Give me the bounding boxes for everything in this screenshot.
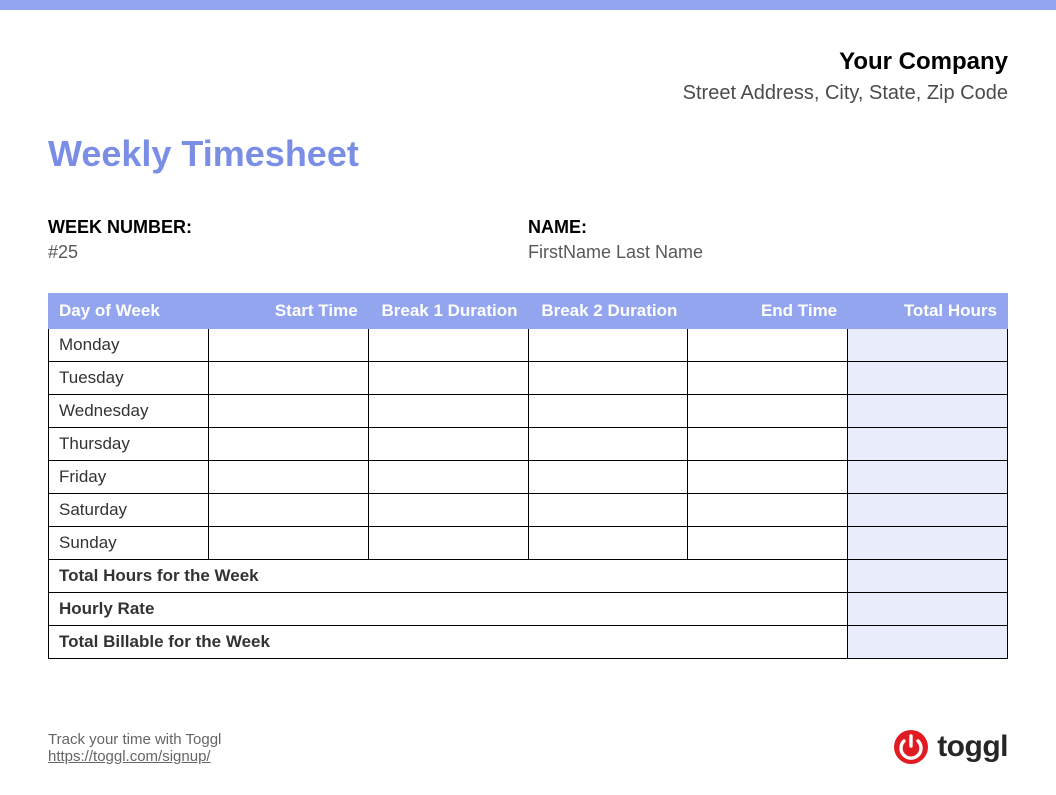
- total-cell: [848, 461, 1008, 494]
- table-row: Tuesday: [49, 362, 1008, 395]
- start-cell: [208, 362, 368, 395]
- break1-cell: [368, 527, 528, 560]
- footer-signup-link[interactable]: https://toggl.com/signup/: [48, 748, 211, 765]
- end-cell: [688, 329, 848, 362]
- start-cell: [208, 329, 368, 362]
- company-block: Your Company Street Address, City, State…: [48, 48, 1008, 105]
- meta-week: WEEK NUMBER: #25: [48, 217, 528, 263]
- footer-left: Track your time with Toggl https://toggl…: [48, 731, 221, 765]
- week-number-value: #25: [48, 242, 528, 263]
- break2-cell: [528, 362, 688, 395]
- meta-row: WEEK NUMBER: #25 NAME: FirstName Last Na…: [48, 217, 1008, 263]
- name-label: NAME:: [528, 217, 1008, 238]
- total-cell: [848, 329, 1008, 362]
- total-cell: [848, 494, 1008, 527]
- col-end: End Time: [688, 294, 848, 329]
- break1-cell: [368, 395, 528, 428]
- summary-total-billable-row: Total Billable for the Week: [49, 626, 1008, 659]
- start-cell: [208, 494, 368, 527]
- break1-cell: [368, 329, 528, 362]
- page-content: Your Company Street Address, City, State…: [0, 10, 1056, 659]
- end-cell: [688, 527, 848, 560]
- page-title: Weekly Timesheet: [48, 133, 1008, 175]
- summary-hourly-rate-value: [848, 593, 1008, 626]
- top-accent-bar: [0, 0, 1056, 10]
- break1-cell: [368, 461, 528, 494]
- day-cell: Sunday: [49, 527, 209, 560]
- col-break1: Break 1 Duration: [368, 294, 528, 329]
- col-break2: Break 2 Duration: [528, 294, 688, 329]
- table-row: Wednesday: [49, 395, 1008, 428]
- footer: Track your time with Toggl https://toggl…: [48, 729, 1008, 765]
- summary-total-billable-value: [848, 626, 1008, 659]
- col-total: Total Hours: [848, 294, 1008, 329]
- day-cell: Tuesday: [49, 362, 209, 395]
- total-cell: [848, 362, 1008, 395]
- total-cell: [848, 527, 1008, 560]
- col-start: Start Time: [208, 294, 368, 329]
- company-address: Street Address, City, State, Zip Code: [48, 82, 1008, 105]
- timesheet-body: MondayTuesdayWednesdayThursdayFridaySatu…: [49, 329, 1008, 560]
- end-cell: [688, 461, 848, 494]
- day-cell: Thursday: [49, 428, 209, 461]
- week-number-label: WEEK NUMBER:: [48, 217, 528, 238]
- table-row: Friday: [49, 461, 1008, 494]
- break2-cell: [528, 494, 688, 527]
- end-cell: [688, 362, 848, 395]
- table-row: Monday: [49, 329, 1008, 362]
- day-cell: Saturday: [49, 494, 209, 527]
- end-cell: [688, 494, 848, 527]
- break1-cell: [368, 494, 528, 527]
- day-cell: Friday: [49, 461, 209, 494]
- break1-cell: [368, 362, 528, 395]
- total-cell: [848, 395, 1008, 428]
- summary-total-hours-row: Total Hours for the Week: [49, 560, 1008, 593]
- name-value: FirstName Last Name: [528, 242, 1008, 263]
- break2-cell: [528, 428, 688, 461]
- end-cell: [688, 428, 848, 461]
- break2-cell: [528, 527, 688, 560]
- break2-cell: [528, 461, 688, 494]
- table-row: Sunday: [49, 527, 1008, 560]
- toggl-logo: toggl: [893, 729, 1008, 765]
- summary-total-hours-value: [848, 560, 1008, 593]
- break1-cell: [368, 428, 528, 461]
- break2-cell: [528, 395, 688, 428]
- summary-hourly-rate-row: Hourly Rate: [49, 593, 1008, 626]
- timesheet-table: Day of Week Start Time Break 1 Duration …: [48, 293, 1008, 659]
- day-cell: Monday: [49, 329, 209, 362]
- company-name: Your Company: [48, 48, 1008, 76]
- summary-total-hours-label: Total Hours for the Week: [49, 560, 848, 593]
- table-row: Thursday: [49, 428, 1008, 461]
- day-cell: Wednesday: [49, 395, 209, 428]
- power-icon: [893, 729, 929, 765]
- start-cell: [208, 428, 368, 461]
- timesheet-summary: Total Hours for the Week Hourly Rate Tot…: [49, 560, 1008, 659]
- start-cell: [208, 395, 368, 428]
- table-row: Saturday: [49, 494, 1008, 527]
- col-day: Day of Week: [49, 294, 209, 329]
- summary-total-billable-label: Total Billable for the Week: [49, 626, 848, 659]
- toggl-brand-text: toggl: [937, 730, 1008, 764]
- total-cell: [848, 428, 1008, 461]
- footer-tagline: Track your time with Toggl: [48, 731, 221, 748]
- header-row: Day of Week Start Time Break 1 Duration …: [49, 294, 1008, 329]
- start-cell: [208, 461, 368, 494]
- end-cell: [688, 395, 848, 428]
- break2-cell: [528, 329, 688, 362]
- meta-name: NAME: FirstName Last Name: [528, 217, 1008, 263]
- summary-hourly-rate-label: Hourly Rate: [49, 593, 848, 626]
- start-cell: [208, 527, 368, 560]
